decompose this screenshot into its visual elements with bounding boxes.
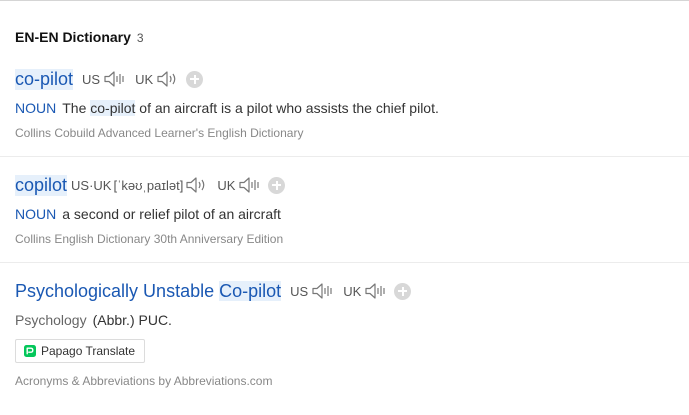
definition-text: The [62, 100, 91, 116]
pronunciation-uk: UK [343, 282, 386, 300]
speaker-icon[interactable] [364, 282, 386, 300]
dictionary-panel: EN-EN Dictionary 3 co-pilot US UK NOUN Th… [0, 0, 689, 415]
entry-headline: co-pilot US UK [15, 67, 689, 91]
dictionary-source: Acronyms & Abbreviations by Abbreviation… [15, 374, 273, 388]
definition-line: Psychology (Abbr.) PUC. [15, 312, 689, 328]
dictionary-source: Collins English Dictionary 30th Annivers… [15, 232, 284, 246]
entry-copilot: copilot US·UK [ˈkəʊˌpaɪlət] UK NOUN a sec… [15, 173, 689, 246]
entry-co-pilot: co-pilot US UK NOUN The co-pilot of an ai… [15, 67, 689, 140]
divider [0, 262, 689, 263]
definition-text: (Abbr.) PUC. [92, 312, 172, 328]
papago-logo-icon [24, 345, 36, 357]
pronunciation-us: US [82, 70, 125, 88]
add-to-wordbook-icon[interactable] [394, 282, 412, 300]
entry-psychologically-unstable-co-pilot: Psychologically Unstable Co-pilot US UK … [15, 279, 689, 388]
speaker-icon[interactable] [238, 176, 260, 194]
entry-word-highlight: Co-pilot [219, 280, 282, 301]
entry-word-link[interactable]: Psychologically Unstable Co-pilot [15, 280, 282, 302]
entry-word-link[interactable]: co-pilot [15, 68, 74, 90]
definition-line: NOUN The co-pilot of an aircraft is a pil… [15, 100, 689, 116]
entry-headline: copilot US·UK [ˈkəʊˌpaɪlət] UK [15, 173, 689, 197]
speaker-icon[interactable] [185, 176, 207, 194]
papago-translate-label: Papago Translate [41, 344, 136, 358]
pron-region: US·UK [71, 177, 112, 193]
definition-text: a second or relief pilot of an aircraft [62, 206, 281, 222]
entry-word-link[interactable]: copilot [15, 174, 68, 196]
pron-region: UK [343, 283, 362, 299]
divider [0, 156, 689, 157]
pron-region: UK [135, 71, 154, 87]
dictionary-source: Collins Cobuild Advanced Learner's Engli… [15, 126, 304, 140]
add-to-wordbook-icon[interactable] [186, 70, 204, 88]
speaker-icon[interactable] [311, 282, 333, 300]
add-to-wordbook-icon[interactable] [268, 176, 286, 194]
part-of-speech: NOUN [15, 100, 57, 116]
pronunciation-us: US [290, 282, 333, 300]
speaker-icon[interactable] [103, 70, 125, 88]
pronunciation-uk: UK [135, 70, 178, 88]
pron-region: US [290, 283, 309, 299]
part-of-speech: NOUN [15, 206, 57, 222]
pron-region: US [82, 71, 101, 87]
definition-highlight: co-pilot [90, 100, 136, 116]
pronunciation-us-uk: US·UK [ˈkəʊˌpaɪlət] [71, 176, 207, 194]
result-count: 3 [136, 31, 144, 45]
subject-field: Psychology [15, 312, 87, 328]
definition-text: of an aircraft is a pilot who assists th… [135, 100, 439, 116]
section-title-label: EN-EN Dictionary [15, 29, 131, 45]
pron-region: UK [217, 177, 236, 193]
entry-word-prefix: Psychologically Unstable [15, 280, 220, 301]
pron-ipa: [ˈkəʊˌpaɪlət] [113, 177, 184, 193]
section-title: EN-EN Dictionary 3 [15, 29, 144, 45]
entry-headline: Psychologically Unstable Co-pilot US UK [15, 279, 689, 303]
speaker-icon[interactable] [156, 70, 178, 88]
pronunciation-uk: UK [217, 176, 260, 194]
papago-translate-button[interactable]: Papago Translate [15, 339, 146, 363]
definition-line: NOUN a second or relief pilot of an aircr… [15, 206, 689, 222]
